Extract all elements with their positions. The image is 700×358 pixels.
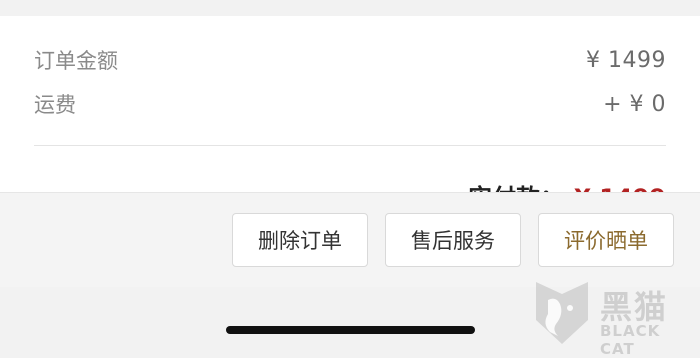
shipping-row: 运费 + ¥ 0 bbox=[34, 89, 666, 119]
action-bar: 删除订单 售后服务 评价晒单 bbox=[0, 192, 700, 287]
watermark-text-en: BLACK CAT bbox=[600, 322, 661, 358]
review-order-button[interactable]: 评价晒单 bbox=[538, 213, 674, 267]
order-amount-label: 订单金额 bbox=[34, 49, 118, 73]
order-amount-value: ¥ 1499 bbox=[586, 47, 666, 73]
delete-order-button[interactable]: 删除订单 bbox=[232, 213, 368, 267]
order-amount-row: 订单金额 ¥ 1499 bbox=[34, 45, 666, 75]
order-summary-card: 订单金额 ¥ 1499 运费 + ¥ 0 实付款： ¥ 1499 bbox=[0, 16, 700, 200]
watermark: 黑猫 BLACK CAT bbox=[530, 280, 700, 358]
home-indicator[interactable] bbox=[226, 326, 475, 334]
black-cat-logo-icon bbox=[536, 282, 588, 344]
top-strip bbox=[0, 0, 700, 16]
shipping-value: + ¥ 0 bbox=[603, 91, 666, 117]
after-sales-button[interactable]: 售后服务 bbox=[385, 213, 521, 267]
divider bbox=[34, 145, 666, 146]
shipping-label: 运费 bbox=[34, 93, 76, 117]
